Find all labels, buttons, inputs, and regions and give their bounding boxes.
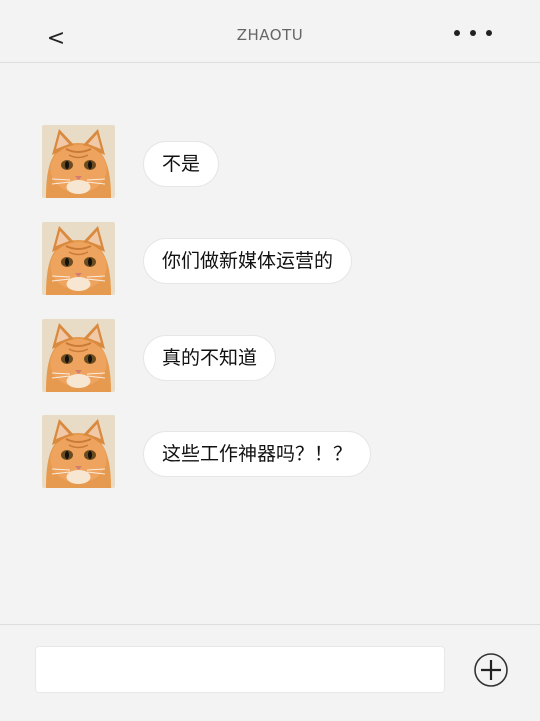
cat-avatar-icon xyxy=(42,125,115,198)
message-row: 真的不知道 xyxy=(42,319,502,393)
more-dots-icon[interactable] xyxy=(454,24,494,44)
message-bubble[interactable]: 不是 xyxy=(143,141,220,187)
avatar[interactable] xyxy=(42,222,115,295)
message-bubble[interactable]: 这些工作神器吗？！？ xyxy=(143,431,372,477)
message-bubble[interactable]: 你们做新媒体运营的 xyxy=(143,238,353,284)
cat-avatar-icon xyxy=(42,222,115,295)
message-list[interactable]: 不是 你们做新媒体运营的 真的不知道 这些工作神器吗？！？ xyxy=(0,64,540,624)
avatar[interactable] xyxy=(42,125,115,198)
message-row: 你们做新媒体运营的 xyxy=(42,222,502,296)
message-row: 这些工作神器吗？！？ xyxy=(42,415,502,489)
cat-avatar-icon xyxy=(42,415,115,488)
message-bubble[interactable]: 真的不知道 xyxy=(143,335,277,381)
message-row: 不是 xyxy=(42,125,502,199)
cat-avatar-icon xyxy=(42,319,115,392)
top-bar: < ZHAOTU xyxy=(0,0,540,63)
input-bar xyxy=(0,624,540,721)
avatar[interactable] xyxy=(42,415,115,488)
avatar[interactable] xyxy=(42,319,115,392)
message-input[interactable] xyxy=(35,646,445,693)
plus-circle-icon[interactable] xyxy=(474,653,508,687)
